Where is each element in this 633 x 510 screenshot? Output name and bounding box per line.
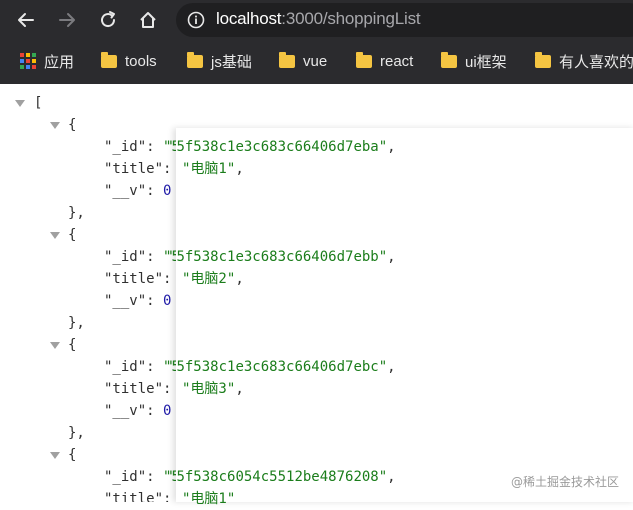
json-key: "_id": [104, 359, 147, 375]
json-key: "title": [104, 491, 164, 502]
apps-grid-icon: [20, 53, 36, 69]
folder-icon: [356, 51, 372, 68]
bookmark-label: tools: [125, 52, 157, 70]
bookmark-tools[interactable]: tools: [101, 50, 157, 72]
navigation-row: localhost:3000/shoppingList: [0, 0, 633, 40]
bookmark-label: react: [380, 52, 414, 70]
bookmark-others[interactable]: 有人喜欢的: [535, 50, 633, 72]
bookmark-label: 有人喜欢的: [559, 53, 633, 71]
info-icon[interactable]: [187, 11, 205, 29]
json-key: "_id": [104, 469, 147, 485]
json-open-brace: {: [68, 447, 77, 463]
bookmark-react[interactable]: react: [356, 50, 413, 72]
collapse-item-toggle[interactable]: [50, 342, 60, 349]
bookmark-ui[interactable]: ui框架: [441, 50, 507, 72]
overlay-panel: [176, 128, 633, 502]
reload-icon: [101, 11, 116, 28]
json-key: "title": [104, 381, 164, 397]
bookmark-label: vue: [303, 52, 328, 70]
json-number-value: 0: [163, 183, 172, 199]
bookmark-label: 应用: [44, 53, 75, 71]
bookmark-js[interactable]: js基础: [187, 50, 252, 72]
bookmark-apps[interactable]: 应用: [20, 50, 74, 72]
bookmark-label: js基础: [211, 53, 252, 71]
json-open-brace: {: [68, 337, 77, 353]
json-open-brace: {: [68, 117, 77, 133]
back-button[interactable]: [14, 8, 38, 32]
collapse-item-toggle[interactable]: [50, 122, 60, 129]
json-key: "__v": [104, 293, 147, 309]
json-field-v: "__v": 0: [104, 183, 172, 199]
watermark: @稀土掘金技术社区: [510, 475, 619, 489]
arrow-right-icon: [59, 13, 75, 27]
json-number-value: 0: [163, 293, 172, 309]
bookmarks-bar: 应用 tools js基础 vue react ui框架 有人喜欢的: [0, 44, 633, 78]
reload-button[interactable]: [96, 8, 120, 32]
json-open-brace: {: [68, 227, 77, 243]
folder-icon: [101, 51, 117, 68]
home-button[interactable]: [136, 8, 160, 32]
json-key: "__v": [104, 403, 147, 419]
json-field-v: "__v": 0: [104, 293, 172, 309]
json-close-brace: },: [68, 205, 85, 221]
json-close-brace: },: [68, 315, 85, 331]
collapse-item-toggle[interactable]: [50, 232, 60, 239]
folder-icon: [441, 51, 457, 68]
json-field-v: "__v": 0: [104, 403, 172, 419]
json-number-value: 0: [163, 403, 172, 419]
bookmark-label: ui框架: [465, 53, 507, 71]
collapse-item-toggle[interactable]: [50, 452, 60, 459]
url-path: :3000/shoppingList: [281, 9, 421, 28]
address-url[interactable]: localhost:3000/shoppingList: [216, 9, 421, 29]
address-bar[interactable]: localhost:3000/shoppingList: [176, 3, 633, 37]
folder-icon: [535, 51, 551, 68]
home-icon: [140, 12, 156, 28]
json-key: "title": [104, 271, 164, 287]
json-open-bracket: [: [34, 95, 43, 111]
collapse-root-toggle[interactable]: [15, 100, 25, 107]
arrow-left-icon: [18, 13, 34, 27]
bookmark-vue[interactable]: vue: [279, 50, 327, 72]
folder-icon: [187, 51, 203, 68]
forward-button[interactable]: [55, 8, 79, 32]
json-key: "_id": [104, 139, 147, 155]
folder-icon: [279, 51, 295, 68]
json-key: "_id": [104, 249, 147, 265]
json-key: "__v": [104, 183, 147, 199]
url-host: localhost: [216, 9, 282, 28]
json-close-brace: },: [68, 425, 85, 441]
json-key: "title": [104, 161, 164, 177]
browser-toolbar: localhost:3000/shoppingList 应用 tools js基…: [0, 0, 633, 84]
